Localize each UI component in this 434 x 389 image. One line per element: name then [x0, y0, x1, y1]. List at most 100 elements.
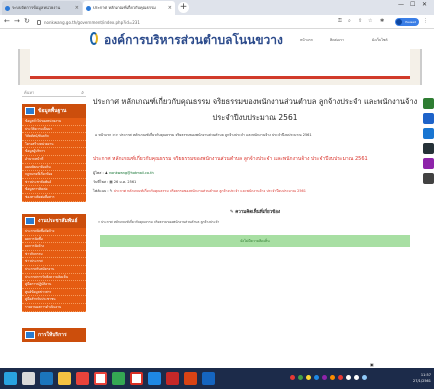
post-author-row: ผู้โพส : ♟ nonkwang@hotmail.co.th: [93, 169, 420, 178]
info-icon: [37, 20, 41, 25]
start-icon[interactable]: [4, 372, 17, 385]
sidebar-item[interactable]: อำนาจหน้าที่: [22, 156, 86, 164]
network-icon[interactable]: [346, 375, 351, 380]
tray-icon[interactable]: [330, 375, 335, 380]
sidebar-item[interactable]: คู่มือการปฏิบัติงาน: [22, 281, 86, 289]
tray-icon[interactable]: [306, 375, 311, 380]
site-banner: [18, 49, 422, 85]
sidebar-item[interactable]: ข่าวกิจกรรม: [22, 251, 86, 259]
word-icon[interactable]: [148, 372, 161, 385]
nav-home[interactable]: หน้าแรก: [300, 37, 313, 43]
url-input[interactable]: nonkwang.go.th/government/index.php?id=2…: [36, 18, 326, 27]
minimize-icon[interactable]: —: [398, 1, 404, 8]
zoom-icon[interactable]: ⌕: [348, 18, 351, 24]
sidebar-item[interactable]: ข้อมูลการติดต่อ: [22, 186, 86, 194]
sidebar-item[interactable]: ข้อมูลผู้บริหาร: [22, 148, 86, 156]
breadcrumb: ⌂ หน้าแรก >> ประกาศ หลักเกณฑ์เกี่ยวกับคุ…: [90, 132, 420, 138]
new-tab-button[interactable]: +: [178, 2, 189, 13]
camera-icon[interactable]: ▣: [370, 362, 374, 367]
taskbar-clock[interactable]: 11:57 27/1/2561: [413, 372, 431, 384]
attachment-link[interactable]: ประกาศ หลักเกณฑ์เกี่ยวกับคุณธรรม จริยธรร…: [114, 189, 306, 193]
post-author-link[interactable]: nonkwang@hotmail.co.th: [109, 171, 154, 175]
site-logo-icon[interactable]: [90, 32, 98, 45]
line-icon[interactable]: [423, 98, 434, 109]
powerpoint-icon[interactable]: [184, 372, 197, 385]
browser-tab[interactable]: ระบบจัดการข้อมูลหน่วยงาน ×: [2, 1, 82, 15]
sidebar-item[interactable]: รายงานผลการดำเนินงาน: [22, 304, 86, 312]
app2-icon[interactable]: [202, 372, 215, 385]
sidebar-item[interactable]: ช่องทางติดต่อสื่อสาร: [22, 194, 86, 202]
related-comment-row[interactable]: » ประกาศ หลักเกณฑ์เกี่ยวกับคุณธรรม จริยธ…: [90, 220, 420, 225]
sidebar-item[interactable]: คู่มือสำหรับประชาชน: [22, 296, 86, 304]
menu-icon[interactable]: ⋮: [423, 18, 428, 24]
reload-icon[interactable]: ↻: [24, 17, 30, 25]
close-tab-icon[interactable]: ×: [168, 1, 172, 15]
language-icon[interactable]: [362, 375, 367, 380]
browser-tab-active[interactable]: ประกาศ หลักเกณฑ์เกี่ยวกับคุณธรรม ×: [83, 1, 175, 15]
sidebar-item[interactable]: ประกาศการรับฟังความคิดเห็น: [22, 274, 86, 282]
sidebar-item[interactable]: ผลการจัดจ้าง: [22, 243, 86, 251]
site-header: องค์การบริหารส่วนตำบลโนนขวาง หน้าแรก ติด…: [0, 29, 434, 49]
messenger-icon[interactable]: [423, 113, 434, 124]
phone-icon[interactable]: [423, 173, 434, 184]
post-author-label: ผู้โพส :: [93, 171, 104, 175]
tray-icon[interactable]: [338, 375, 343, 380]
media-icon[interactable]: [76, 372, 89, 385]
chrome-icon[interactable]: [94, 372, 107, 385]
chrome-active-icon[interactable]: [130, 372, 143, 385]
related-comments-heading: ✎ ความคิดเห็นที่เกี่ยวข้อง: [90, 208, 420, 215]
sidebar-item[interactable]: โครงสร้างหน่วยงาน: [22, 141, 86, 149]
sidebar-box-title-text: การให้บริการ: [38, 332, 67, 338]
profile-label: Paused: [405, 20, 416, 24]
tray-icon[interactable]: [298, 375, 303, 380]
back-icon[interactable]: ←: [4, 17, 10, 25]
sidebar-item[interactable]: วิสัยทัศน์/พันธกิจ: [22, 133, 86, 141]
address-bar: ← → ↻ nonkwang.go.th/government/index.ph…: [0, 15, 434, 29]
app-icon[interactable]: [112, 372, 125, 385]
pdf-icon[interactable]: [166, 372, 179, 385]
tray-icon[interactable]: [314, 375, 319, 380]
nav-sitemap[interactable]: ผังเว็บไซต์: [372, 37, 388, 43]
extensions-icon[interactable]: ✱: [380, 18, 384, 24]
book-icon: [25, 107, 35, 115]
tray-icon[interactable]: [290, 375, 295, 380]
user-icon[interactable]: [423, 143, 434, 154]
close-tab-icon[interactable]: ×: [75, 1, 79, 15]
mail-icon[interactable]: [423, 158, 434, 169]
sidebar-item[interactable]: ศูนย์ข้อมูลข่าวสาร: [22, 289, 86, 297]
sidebar-item[interactable]: ผลการจัดซื้อ: [22, 236, 86, 244]
sidebar-item[interactable]: กฎหมายที่เกี่ยวข้อง: [22, 171, 86, 179]
key-icon[interactable]: ⚿: [338, 18, 342, 24]
bookmark-star-icon[interactable]: ☆: [368, 18, 372, 24]
ie-icon[interactable]: [40, 372, 53, 385]
close-window-icon[interactable]: ✕: [422, 1, 427, 8]
search-placeholder: ค้นหา: [24, 90, 35, 95]
sidebar-item[interactable]: ประกาศจัดซื้อจัดจ้าง: [22, 228, 86, 236]
sidebar-item[interactable]: ประกาศรับสมัครงาน: [22, 266, 86, 274]
search-icon[interactable]: ⌕: [81, 89, 84, 98]
tray-icon[interactable]: [322, 375, 327, 380]
no-comments-notice: ยังไม่มีความคิดเห็น: [100, 235, 410, 247]
sidebar-item[interactable]: ประวัติความเป็นมา: [22, 126, 86, 134]
site-title[interactable]: องค์การบริหารส่วนตำบลโนนขวาง: [104, 31, 283, 50]
profile-button[interactable]: Paused: [395, 18, 419, 26]
related-comments-title: ความคิดเห็นที่เกี่ยวข้อง: [235, 210, 281, 215]
nav-contact[interactable]: ติดต่อเรา: [330, 37, 344, 43]
search-input[interactable]: ค้นหา ⌕: [22, 88, 86, 97]
share-icon[interactable]: ⇪: [358, 18, 362, 24]
sidebar-item[interactable]: ข่าวประชาสัมพันธ์: [22, 179, 86, 187]
forward-icon[interactable]: →: [14, 17, 20, 25]
tab-label: ประกาศ หลักเกณฑ์เกี่ยวกับคุณธรรม: [93, 5, 156, 10]
sidebar-item[interactable]: แผนพัฒนาท้องถิ่น: [22, 164, 86, 172]
breadcrumb-text[interactable]: หน้าแรก >> ประกาศ หลักเกณฑ์เกี่ยวกับคุณธ…: [98, 133, 311, 137]
sidebar-box-basic-info: ข้อมูลพื้นฐาน ข้อมูลทั่วไปของหน่วยงาน ปร…: [22, 104, 86, 202]
facebook-icon[interactable]: [423, 128, 434, 139]
tab-label: ระบบจัดการข้อมูลหน่วยงาน: [12, 5, 61, 10]
sidebar-item[interactable]: ข่าวประกาศ: [22, 258, 86, 266]
avatar-icon: [396, 19, 402, 25]
folder-icon[interactable]: [58, 372, 71, 385]
maximize-icon[interactable]: ☐: [410, 1, 415, 8]
volume-icon[interactable]: [354, 375, 359, 380]
search-taskbar-icon[interactable]: [22, 372, 35, 385]
sidebar-item[interactable]: ข้อมูลทั่วไปของหน่วยงาน: [22, 118, 86, 126]
